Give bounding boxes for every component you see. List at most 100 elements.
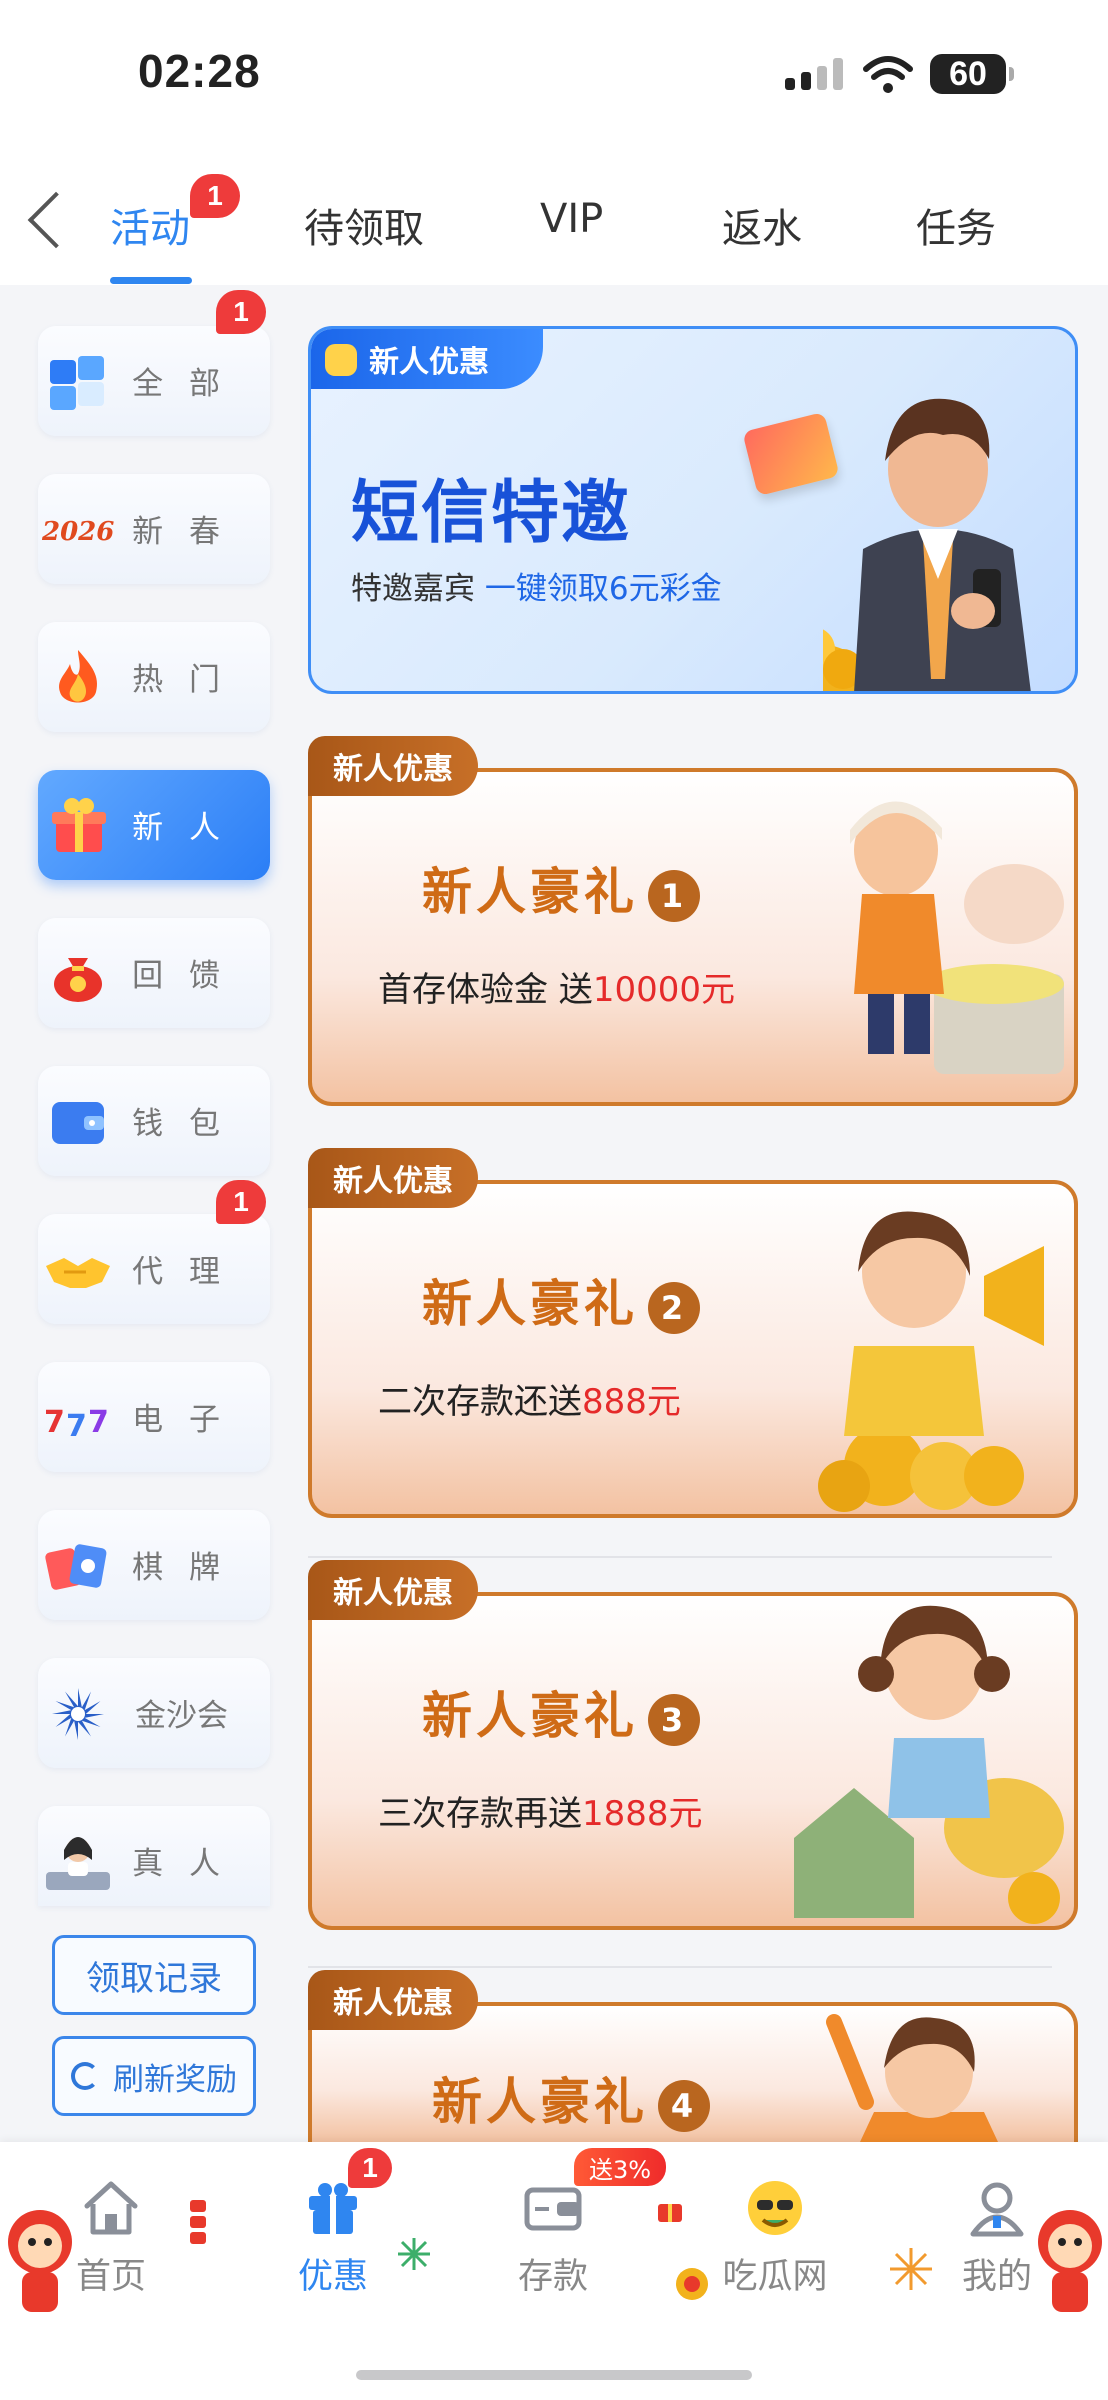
nav-label: 我的 (961, 2257, 1032, 2297)
sidebar-item-hot[interactable]: 热 门 (38, 622, 270, 732)
sidebar-item-label: 热 门 (132, 662, 228, 698)
promo-title: 新人豪礼 1 (422, 852, 700, 924)
promo-subtitle: 三次存款再送1888元 (378, 1794, 703, 1834)
tab-vip[interactable]: VIP (540, 196, 603, 242)
nav-label: 优惠 (297, 2257, 368, 2297)
signal-icon (785, 58, 843, 90)
wifi-icon (863, 56, 913, 93)
boy-cheering-illustration (826, 2014, 998, 2142)
promo-amount: 1888元 (582, 1794, 703, 1834)
refresh-rewards-button[interactable]: 刷新奖励 (52, 2036, 256, 2116)
year-2026-icon: 2026 (42, 517, 114, 547)
claim-records-button[interactable]: 领取记录 (52, 1935, 256, 2015)
girl-with-megaphone-illustration (818, 1211, 1044, 1512)
sidebar-item-label: 新 人 (132, 810, 228, 846)
user-icon (970, 2182, 1024, 2237)
refresh-icon (71, 2062, 99, 2090)
svg-text:7: 7 (88, 1405, 109, 1440)
sidebar-item-feedback[interactable]: 回 馈 (38, 918, 270, 1028)
money-bag-icon (54, 958, 102, 1002)
hero-subtitle-prefix: 特邀嘉宾 (351, 571, 485, 607)
promo-number-badge: 3 (648, 1693, 700, 1746)
status-time: 02:28 (138, 45, 261, 97)
wallet-icon (524, 2187, 582, 2231)
sidebar-item-cards[interactable]: 棋 牌 (38, 1510, 270, 1620)
hero-tag-label: 新人优惠 (369, 345, 489, 380)
nav-me[interactable]: 我的 (932, 2178, 1062, 2297)
promo-number-badge: 4 (658, 2079, 710, 2132)
sidebar-item-label: 全 部 (132, 366, 228, 402)
tab-activities[interactable]: 活动 (110, 196, 190, 254)
tab-rebate[interactable]: 返水 (722, 196, 802, 254)
tab-tasks[interactable]: 任务 (916, 196, 996, 254)
hero-subtitle: 特邀嘉宾 一键领取6元彩金 (351, 563, 722, 608)
handshake-icon (46, 1258, 110, 1288)
svg-text:7: 7 (66, 1409, 87, 1444)
promo-subtitle: 二次存款还送888元 (378, 1382, 681, 1422)
promo-divider (308, 1966, 1052, 1968)
home-indicator (356, 2370, 752, 2380)
sidebar-item-slots[interactable]: 7 7 7 电 子 (38, 1362, 270, 1472)
sidebar-badge: 1 (216, 290, 266, 334)
playing-cards-icon (45, 1544, 107, 1590)
promo-title: 新人豪礼 2 (422, 1264, 700, 1336)
emoji-icon (748, 2181, 802, 2235)
promo-card-1[interactable]: 新人豪礼 1 首存体验金 送10000元 新人优惠 (308, 736, 1078, 1106)
promo-tag: 新人优惠 (308, 1560, 478, 1620)
promo-tag: 新人优惠 (308, 736, 478, 796)
promo-card-2[interactable]: 新人豪礼 2 二次存款还送888元 新人优惠 (308, 1148, 1078, 1518)
sidebar-item-label: 新 春 (132, 514, 228, 550)
sms-invite-banner[interactable]: 新人优惠 短信特邀 特邀嘉宾 一键领取6元彩金 (308, 326, 1078, 694)
sidebar-item-label: 金沙会 (135, 1698, 228, 1734)
sidebar-item-newbie[interactable]: 新 人 (38, 770, 270, 880)
svg-text:7: 7 (44, 1405, 65, 1440)
nav-label: 存款 (517, 2257, 588, 2297)
sidebar-item-label: 棋 牌 (132, 1550, 228, 1586)
hero-tag: 新人优惠 (311, 329, 543, 389)
nav-deposit[interactable]: 存款 (488, 2178, 618, 2297)
promo-amount: 888元 (582, 1382, 681, 1422)
cubes-icon (50, 356, 104, 410)
slot-777-icon: 7 7 7 (44, 1405, 109, 1444)
nav-label: 首页 (75, 2257, 146, 2297)
sidebar-item-spring[interactable]: 2026 新 春 (38, 474, 270, 584)
promo-divider (308, 1556, 1052, 1558)
promo-card-3[interactable]: 新人豪礼 3 三次存款再送1888元 新人优惠 (308, 1560, 1078, 1930)
sunburst-logo-icon (52, 1688, 104, 1740)
nav-home[interactable]: 首页 (46, 2178, 176, 2297)
hero-subtitle-highlight: 一键领取6元彩金 (484, 571, 722, 607)
promo-amount: 10000元 (592, 970, 735, 1010)
flame-icon (59, 650, 98, 703)
sidebar-item-live[interactable]: 真 人 (38, 1806, 270, 1906)
firework-icon (398, 2238, 430, 2270)
battery-indicator: 60 (930, 54, 1014, 94)
coin-bag-icon (325, 344, 357, 376)
businessman-illustration (823, 398, 1031, 691)
promo-subtitle: 首存体验金 送10000元 (378, 970, 735, 1010)
tab-to-claim[interactable]: 待领取 (304, 196, 424, 254)
tab-badge: 1 (190, 174, 240, 218)
promo-card-4[interactable]: 新人豪礼 4 新人优惠 (308, 1970, 1078, 2142)
sidebar-item-agent[interactable]: 代 理 (38, 1214, 270, 1324)
promo-title: 新人豪礼 4 (432, 2062, 710, 2134)
boy-with-piggy-bank-illustration (850, 801, 1064, 1074)
sidebar-badge: 1 (216, 1180, 266, 1224)
girl-with-money-house-illustration (794, 1605, 1064, 1924)
active-tab-indicator (110, 277, 192, 284)
nav-offers[interactable]: 优惠 (268, 2178, 398, 2297)
live-dealer-icon (46, 1837, 110, 1890)
home-icon (84, 2181, 138, 2235)
hero-title: 短信特邀 (351, 474, 632, 553)
deposit-bonus-badge: 送3% (574, 2148, 666, 2186)
sidebar-item-wallet[interactable]: 钱 包 (38, 1066, 270, 1176)
nav-melon-news[interactable]: 吃瓜网 (710, 2178, 840, 2297)
status-bar: 02:28 60 (0, 0, 1108, 150)
promo-number-badge: 2 (648, 1281, 700, 1334)
promo-tag: 新人优惠 (308, 1970, 478, 2030)
sidebar-item-label: 代 理 (132, 1254, 228, 1290)
firecracker-icon (190, 2200, 206, 2244)
sidebar-item-jinshahui[interactable]: 金沙会 (38, 1658, 270, 1768)
promo-title: 新人豪礼 3 (422, 1676, 700, 1748)
sidebar-item-label: 电 子 (132, 1402, 228, 1438)
sidebar-item-all[interactable]: 全 部 (38, 326, 270, 436)
